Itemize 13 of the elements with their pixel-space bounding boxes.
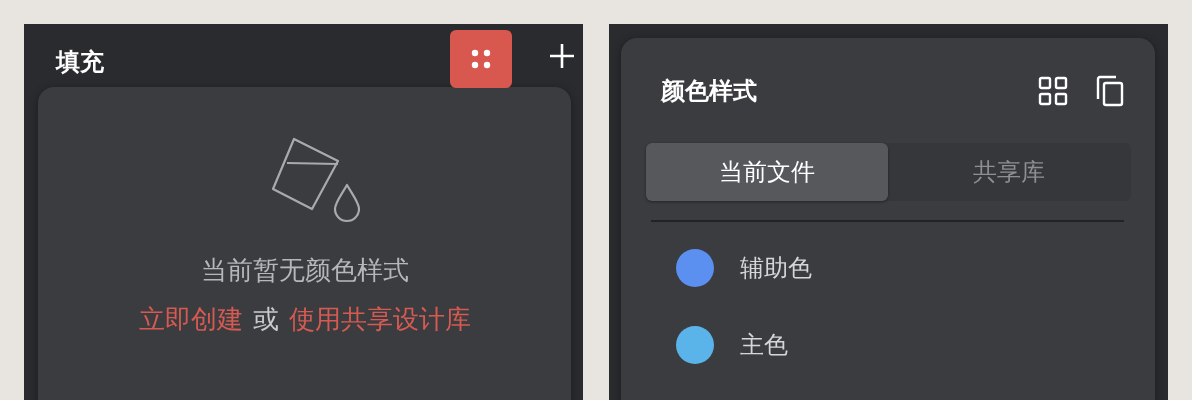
- tab[interactable]: 共享库: [888, 143, 1130, 201]
- style-name[interactable]: 辅助色: [740, 252, 812, 284]
- style-name[interactable]: 主色: [740, 329, 788, 361]
- styles-button[interactable]: [450, 30, 512, 88]
- paint-bucket-icon: [269, 137, 360, 223]
- copy-icon[interactable]: [1096, 75, 1124, 107]
- grid-view-icon[interactable]: [1038, 76, 1068, 106]
- tab[interactable]: 当前文件: [646, 143, 888, 201]
- add-icon[interactable]: [549, 42, 575, 69]
- panel-title: 填充: [56, 47, 105, 78]
- panel-title: 颜色样式: [661, 76, 758, 107]
- empty-message: 当前暂无颜色样式: [200, 254, 409, 287]
- empty-prompt: 立即创建 或 使用共享设计库: [138, 303, 471, 336]
